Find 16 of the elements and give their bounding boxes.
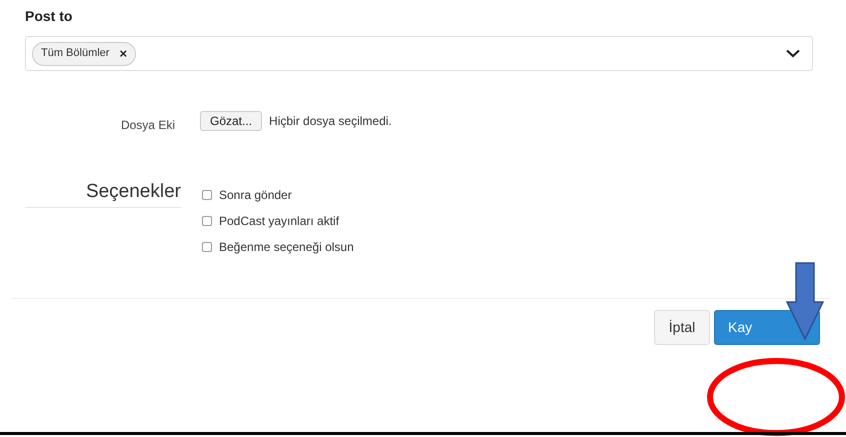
section-select[interactable]: Tüm Bölümler × xyxy=(25,36,813,71)
remove-chip-button[interactable]: × xyxy=(119,47,128,60)
checkbox-label: Sonra gönder xyxy=(219,187,292,204)
checkbox[interactable] xyxy=(202,216,212,226)
cancel-button[interactable]: İptal xyxy=(654,310,710,345)
chip-label: Tüm Bölümler xyxy=(41,46,110,62)
field-label: Post to xyxy=(25,7,72,26)
chevron-down-icon xyxy=(786,49,800,58)
checkbox[interactable] xyxy=(202,190,212,200)
checkbox-label: PodCast yayınları aktif xyxy=(219,213,340,230)
section-heading: Seçenekler xyxy=(86,180,181,204)
field-label: Dosya Eki xyxy=(120,117,175,134)
browse-button[interactable]: Gözat... xyxy=(200,111,262,131)
checkbox-label: Beğenme seçeneği olsun xyxy=(219,239,354,256)
file-status-text: Hiçbir dosya seçilmedi. xyxy=(269,113,392,130)
checkbox[interactable] xyxy=(202,242,212,252)
